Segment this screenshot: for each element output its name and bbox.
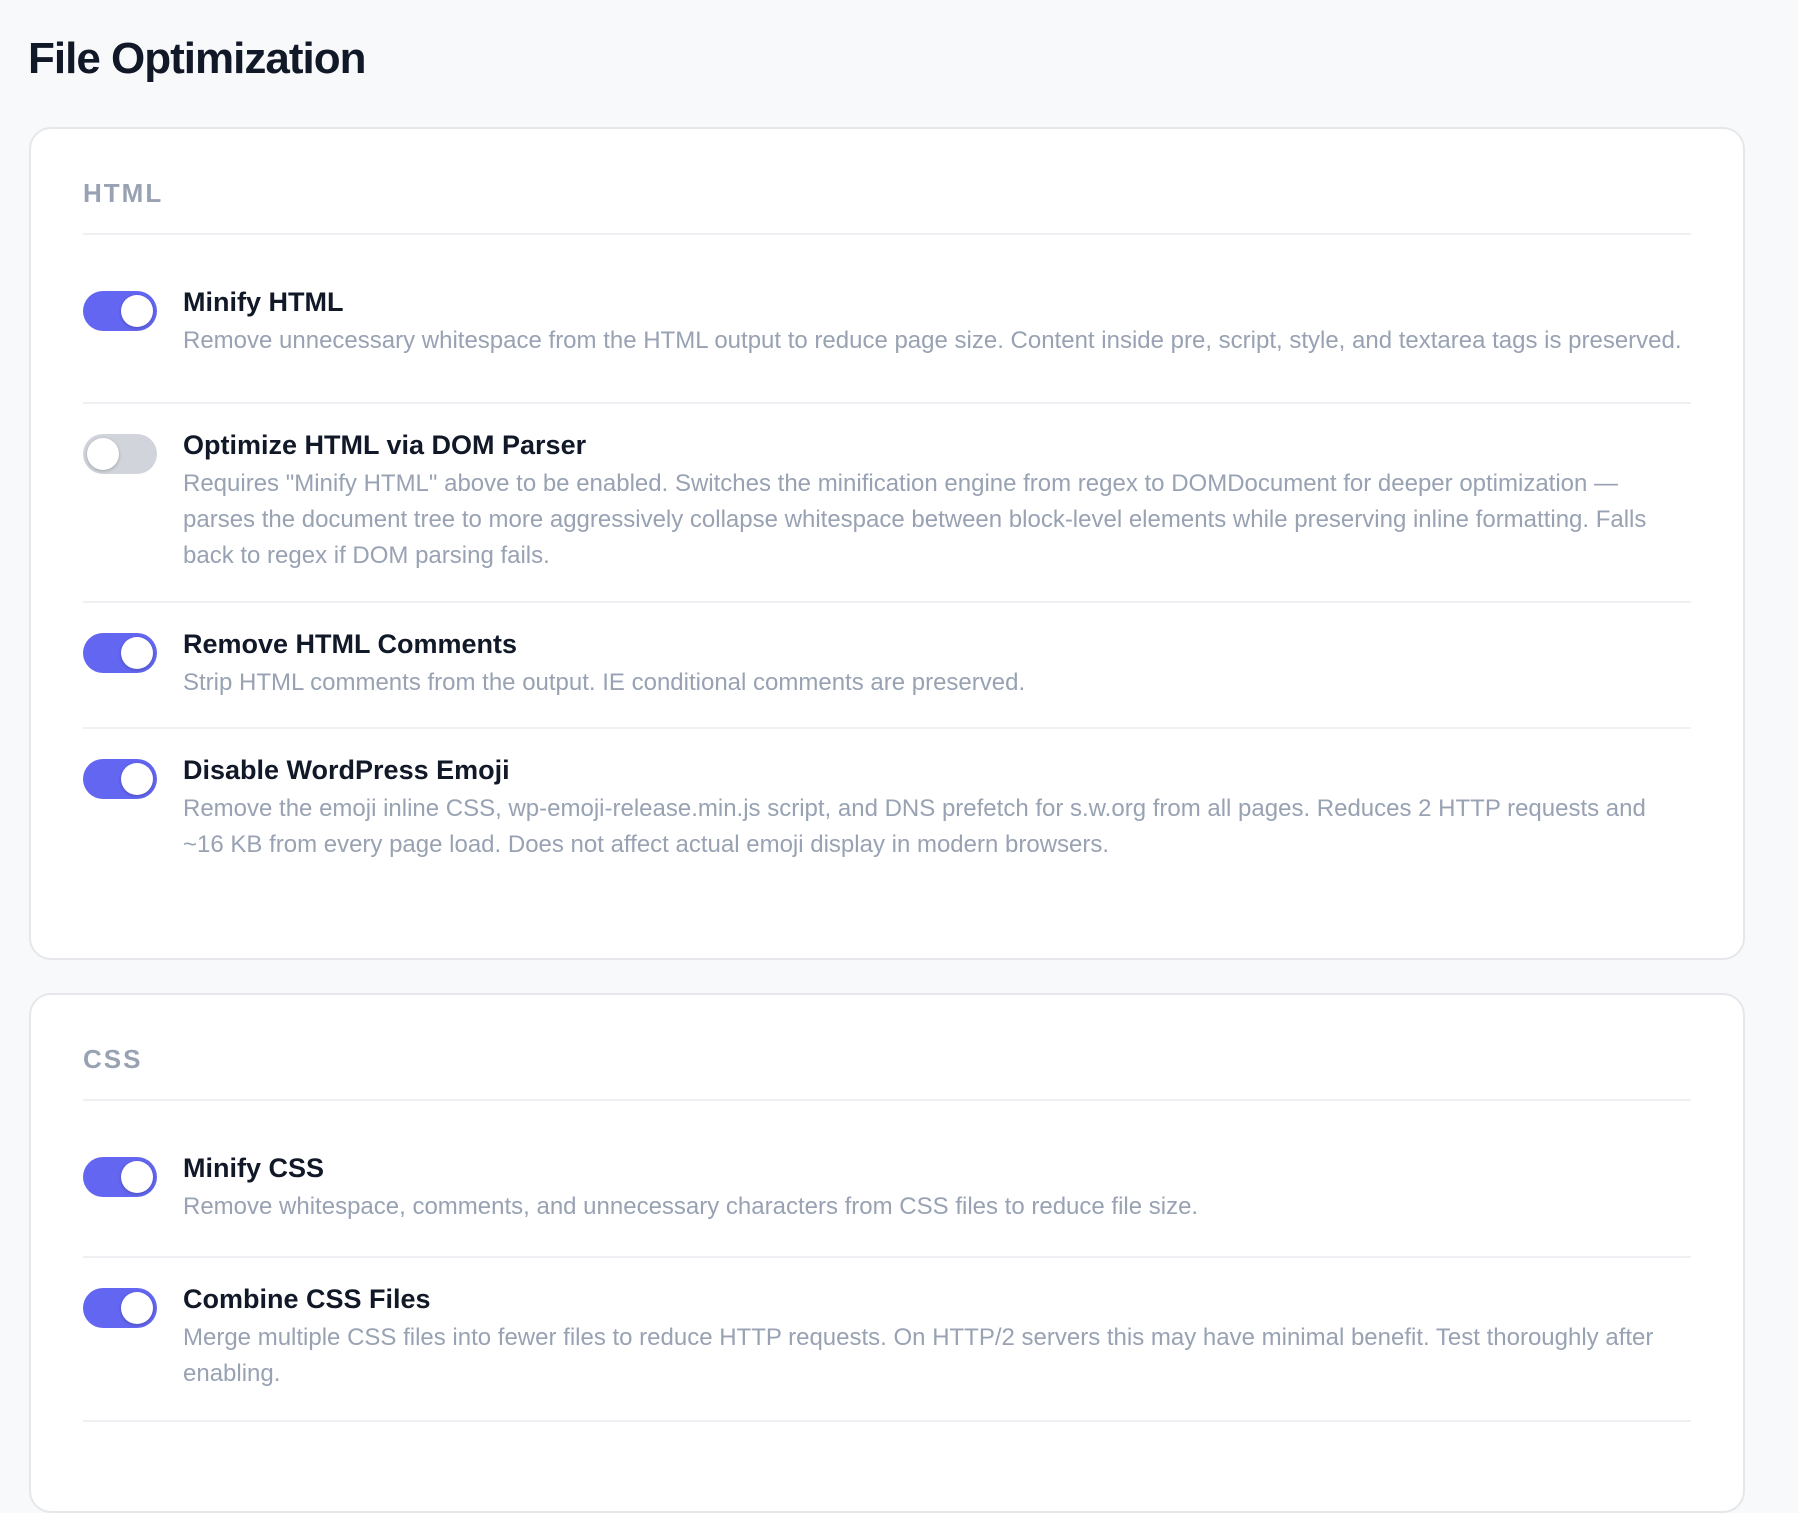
setting-row-minify-html: Minify HTML Remove unnecessary whitespac… bbox=[83, 235, 1691, 404]
dom-parser-toggle[interactable] bbox=[83, 434, 157, 474]
toggle-knob bbox=[121, 295, 153, 327]
setting-row-minify-css: Minify CSS Remove whitespace, comments, … bbox=[83, 1101, 1691, 1258]
setting-row-remove-comments: Remove HTML Comments Strip HTML comments… bbox=[83, 603, 1691, 729]
setting-description: Strip HTML comments from the output. IE … bbox=[183, 669, 1026, 696]
settings-list: Minify HTML Remove unnecessary whitespac… bbox=[83, 235, 1691, 919]
combine-css-toggle[interactable] bbox=[83, 1288, 157, 1328]
setting-label: Optimize HTML via DOM Parser bbox=[183, 430, 587, 460]
settings-list: Minify CSS Remove whitespace, comments, … bbox=[83, 1101, 1691, 1422]
setting-row-dom-parser: Optimize HTML via DOM Parser Requires "M… bbox=[83, 404, 1691, 603]
setting-label: Minify HTML bbox=[183, 287, 344, 317]
section-title: CSS bbox=[83, 1044, 143, 1074]
toggle-knob bbox=[121, 1161, 153, 1193]
setting-row-combine-css: Combine CSS Files Merge multiple CSS fil… bbox=[83, 1258, 1691, 1422]
setting-description: Requires "Minify HTML" above to be enabl… bbox=[183, 470, 1647, 569]
page-title: File Optimization bbox=[28, 34, 366, 83]
setting-row-disable-emoji: Disable WordPress Emoji Remove the emoji… bbox=[83, 729, 1691, 919]
toggle-knob bbox=[121, 637, 153, 669]
html-section-card: HTML Minify HTML Remove unnecessary whit… bbox=[29, 127, 1745, 960]
setting-description: Remove unnecessary whitespace from the H… bbox=[183, 327, 1682, 354]
section-header: HTML bbox=[83, 129, 1691, 235]
css-section-card: CSS Minify CSS Remove whitespace, commen… bbox=[29, 993, 1745, 1513]
toggle-knob bbox=[121, 1292, 153, 1324]
setting-description: Remove the emoji inline CSS, wp-emoji-re… bbox=[183, 795, 1646, 858]
section-header: CSS bbox=[83, 995, 1691, 1101]
minify-css-toggle[interactable] bbox=[83, 1157, 157, 1197]
setting-label: Minify CSS bbox=[183, 1153, 325, 1183]
disable-emoji-toggle[interactable] bbox=[83, 759, 157, 799]
setting-label: Disable WordPress Emoji bbox=[183, 755, 510, 785]
minify-html-toggle[interactable] bbox=[83, 291, 157, 331]
setting-label: Combine CSS Files bbox=[183, 1284, 431, 1314]
setting-label: Remove HTML Comments bbox=[183, 629, 518, 659]
remove-comments-toggle[interactable] bbox=[83, 633, 157, 673]
toggle-knob bbox=[87, 438, 119, 470]
setting-description: Merge multiple CSS files into fewer file… bbox=[183, 1324, 1654, 1387]
setting-description: Remove whitespace, comments, and unneces… bbox=[183, 1193, 1199, 1220]
toggle-knob bbox=[121, 763, 153, 795]
section-title: HTML bbox=[83, 178, 164, 208]
